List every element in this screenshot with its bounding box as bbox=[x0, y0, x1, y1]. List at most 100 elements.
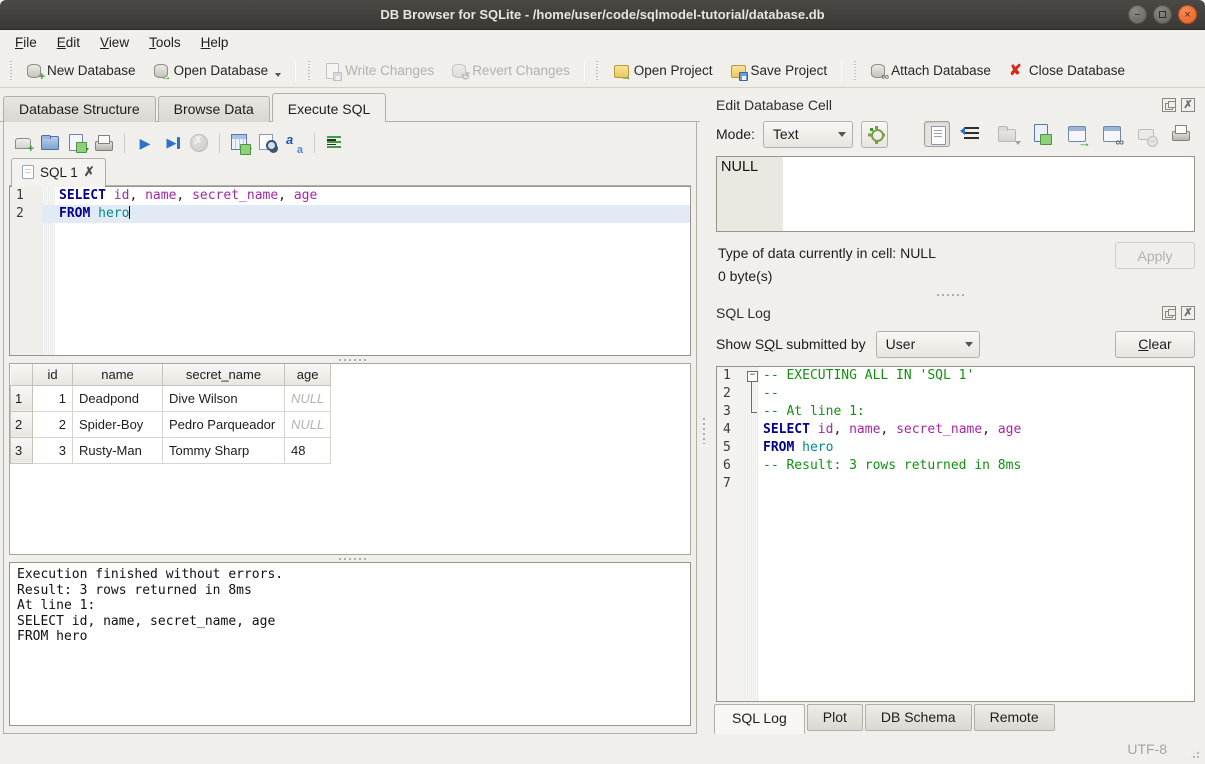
cell[interactable]: Spider-Boy bbox=[73, 411, 163, 437]
close-database-button[interactable]: ✘ Close Database bbox=[999, 58, 1133, 83]
cell[interactable]: 2 bbox=[33, 411, 73, 437]
tab-browse-data[interactable]: Browse Data bbox=[158, 96, 270, 122]
tab-execute-sql[interactable]: Execute SQL bbox=[272, 93, 387, 122]
sql-editor[interactable]: 1SELECT id, name, secret_name, age2FROM … bbox=[9, 186, 691, 356]
row-number: 1 bbox=[11, 385, 33, 411]
cell[interactable]: Rusty-Man bbox=[73, 437, 163, 463]
cell[interactable]: 1 bbox=[33, 385, 73, 411]
editor-fill bbox=[10, 223, 690, 355]
copy-link-icon[interactable] bbox=[1099, 121, 1125, 147]
bottom-tab-remote[interactable]: Remote bbox=[974, 704, 1055, 731]
column-header-age[interactable]: age bbox=[285, 364, 331, 385]
table-row[interactable]: 22Spider-BoyPedro ParqueadorNULL bbox=[11, 411, 331, 437]
table-row[interactable]: 11DeadpondDive WilsonNULL bbox=[11, 385, 331, 411]
save-project-button[interactable]: Save Project bbox=[721, 58, 836, 83]
print-icon[interactable] bbox=[92, 131, 116, 155]
auto-switch-mode-icon[interactable] bbox=[861, 121, 888, 148]
column-header-id[interactable]: id bbox=[33, 364, 73, 385]
close-icon[interactable]: × bbox=[1178, 5, 1197, 24]
results-log-splitter[interactable] bbox=[9, 555, 691, 562]
bottom-tab-plot[interactable]: Plot bbox=[807, 704, 863, 731]
mode-combobox[interactable]: Text bbox=[763, 121, 853, 148]
cell[interactable]: 48 bbox=[285, 437, 331, 463]
close-dock-icon[interactable] bbox=[1181, 306, 1195, 320]
editor-results-splitter[interactable] bbox=[9, 356, 691, 363]
fold-margin bbox=[745, 457, 759, 475]
export-results-icon[interactable] bbox=[228, 131, 252, 155]
cell[interactable]: NULL bbox=[285, 385, 331, 411]
cell[interactable]: Pedro Parqueador bbox=[163, 411, 285, 437]
chevron-down-icon bbox=[965, 342, 973, 347]
fold-corner-icon[interactable] bbox=[745, 403, 759, 421]
execution-message[interactable]: Execution finished without errors. Resul… bbox=[9, 562, 691, 726]
find-in-document-icon[interactable] bbox=[255, 131, 279, 155]
sql-doc-tab-label: SQL 1 bbox=[40, 165, 78, 180]
sql-log-view[interactable]: 1-- EXECUTING ALL IN 'SQL 1'2--3-- At li… bbox=[716, 366, 1195, 702]
line-text bbox=[759, 475, 1194, 493]
new-sql-tab-icon[interactable] bbox=[11, 131, 35, 155]
editor-line: 2FROM hero bbox=[10, 205, 690, 223]
apply-button[interactable]: Apply bbox=[1115, 242, 1195, 269]
toolbar-separator bbox=[841, 60, 842, 82]
clear-button[interactable]: Clear bbox=[1115, 331, 1195, 358]
close-dock-icon[interactable] bbox=[1181, 98, 1195, 112]
panel-splitter[interactable] bbox=[700, 88, 708, 734]
open-sql-file-icon[interactable] bbox=[38, 131, 62, 155]
resize-grip-icon[interactable] bbox=[1188, 747, 1201, 760]
cell[interactable]: Deadpond bbox=[73, 385, 163, 411]
tab-close-icon[interactable]: ✗ bbox=[84, 164, 95, 180]
submitted-by-combobox[interactable]: User bbox=[876, 331, 980, 358]
minimize-icon[interactable]: − bbox=[1128, 5, 1147, 24]
bottom-tab-db-schema[interactable]: DB Schema bbox=[865, 704, 972, 731]
open-external-icon[interactable] bbox=[1064, 121, 1090, 147]
fold-line-icon[interactable] bbox=[745, 385, 759, 403]
open-project-button[interactable]: →Open Project bbox=[604, 58, 721, 83]
column-header-secret_name[interactable]: secret_name bbox=[163, 364, 285, 385]
cell[interactable]: Tommy Sharp bbox=[163, 437, 285, 463]
log-line: 6-- Result: 3 rows returned in 8ms bbox=[717, 457, 1194, 475]
menu-view[interactable]: View bbox=[91, 32, 138, 53]
cell[interactable]: NULL bbox=[285, 411, 331, 437]
chevron-down-icon bbox=[275, 73, 281, 77]
word-wrap-lines-icon[interactable] bbox=[323, 131, 347, 155]
close-database-icon: ✘ bbox=[1007, 62, 1024, 79]
new-database-button[interactable]: +New Database bbox=[17, 58, 144, 83]
toolbar-separator bbox=[219, 133, 220, 153]
attach-database-button[interactable]: ∞Attach Database bbox=[861, 58, 999, 83]
main-toolbar: +New Database→Open Database Write Changes… bbox=[0, 54, 1205, 88]
print-cell-icon[interactable] bbox=[1169, 121, 1195, 147]
save-sql-file-icon[interactable] bbox=[65, 131, 89, 155]
export-to-file-icon[interactable] bbox=[1029, 121, 1055, 147]
edit-cell-title: Edit Database Cell bbox=[716, 97, 832, 113]
table-row[interactable]: 33Rusty-ManTommy Sharp48 bbox=[11, 437, 331, 463]
cell[interactable]: Dive Wilson bbox=[163, 385, 285, 411]
open-database-button[interactable]: →Open Database bbox=[144, 58, 290, 83]
menu-tools[interactable]: Tools bbox=[140, 32, 190, 53]
sql-doc-tab[interactable]: SQL 1 ✗ bbox=[11, 158, 106, 186]
fold-minus-icon[interactable] bbox=[745, 367, 759, 385]
word-wrap-icon[interactable] bbox=[959, 121, 985, 147]
results-grid[interactable]: idnamesecret_nameage11DeadpondDive Wilso… bbox=[9, 363, 691, 555]
column-header-name[interactable]: name bbox=[73, 364, 163, 385]
float-dock-icon[interactable] bbox=[1162, 98, 1176, 112]
float-dock-icon[interactable] bbox=[1162, 306, 1176, 320]
tab-database-structure[interactable]: Database Structure bbox=[3, 96, 156, 122]
format-sql-icon[interactable] bbox=[282, 131, 306, 155]
menu-help[interactable]: Help bbox=[192, 32, 238, 53]
toolbar-handle bbox=[851, 61, 858, 81]
menu-file[interactable]: File bbox=[6, 32, 46, 53]
dock-splitter[interactable] bbox=[712, 290, 1197, 300]
bottom-tab-sql-log[interactable]: SQL Log bbox=[714, 704, 805, 734]
execute-all-icon[interactable] bbox=[133, 131, 157, 155]
cell[interactable]: 3 bbox=[33, 437, 73, 463]
write-changes-button[interactable]: Write Changes bbox=[315, 58, 442, 83]
cell-value-editor[interactable]: NULL bbox=[716, 156, 1195, 232]
text-mode-icon[interactable] bbox=[924, 121, 950, 147]
menu-edit[interactable]: Edit bbox=[48, 32, 89, 53]
write-changes-label: Write Changes bbox=[345, 63, 434, 78]
maximize-icon[interactable] bbox=[1153, 5, 1172, 24]
revert-changes-button[interactable]: ↺Revert Changes bbox=[442, 58, 578, 83]
close-database-label: Close Database bbox=[1029, 63, 1125, 78]
execute-current-line-icon[interactable] bbox=[160, 131, 184, 155]
cell-size-info: 0 byte(s) bbox=[718, 265, 1115, 288]
